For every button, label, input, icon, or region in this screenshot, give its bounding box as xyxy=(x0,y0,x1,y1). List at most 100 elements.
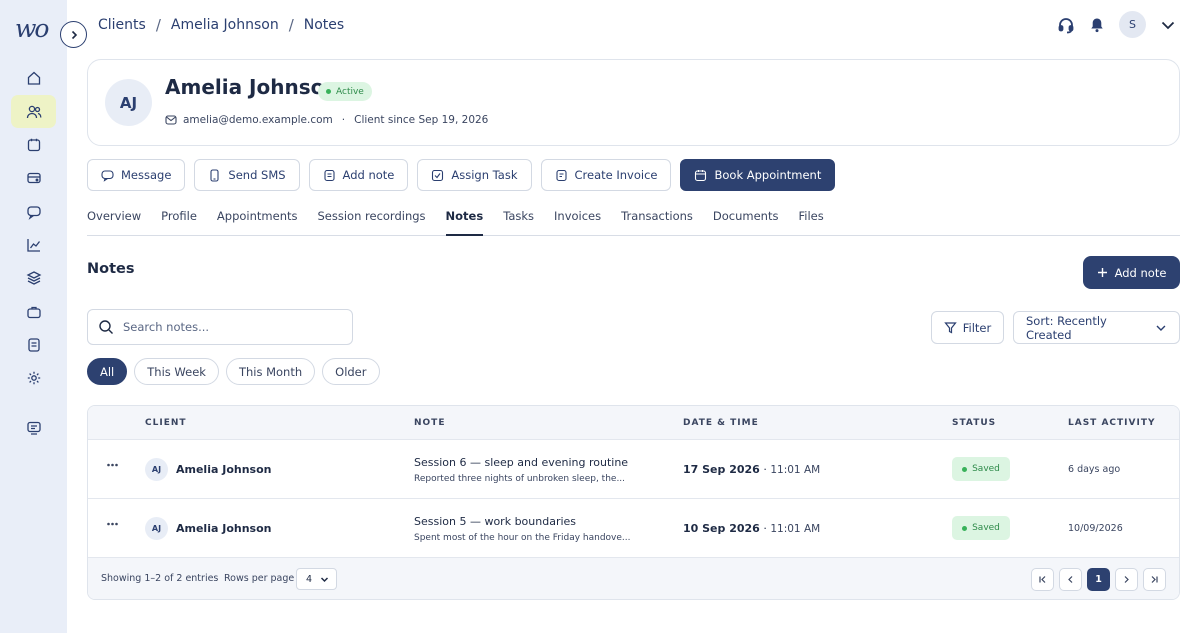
chip-all[interactable]: All xyxy=(87,358,128,385)
user-avatar[interactable]: S xyxy=(1119,11,1146,38)
task-icon xyxy=(432,169,444,181)
send-sms-button[interactable]: Send SMS xyxy=(194,159,300,191)
assign-task-button[interactable]: Assign Task xyxy=(417,159,532,191)
tab-transactions[interactable]: Transactions xyxy=(621,200,693,236)
breadcrumb: Clients / Amelia Johnson / Notes xyxy=(98,16,344,34)
tab-documents[interactable]: Documents xyxy=(713,200,779,236)
table-row[interactable]: AJ Amelia Johnson Session 6 — sleep and … xyxy=(88,440,1179,499)
client-email[interactable]: amelia@demo.example.com xyxy=(183,114,333,126)
mail-icon xyxy=(165,115,177,125)
column-header-last-activity[interactable]: LAST ACTIVITY xyxy=(1068,418,1155,428)
breadcrumb-separator: / xyxy=(288,16,294,34)
tab-overview[interactable]: Overview xyxy=(87,200,141,236)
home-icon xyxy=(27,71,40,85)
chevron-down-icon[interactable] xyxy=(1160,17,1176,33)
chip-older[interactable]: Older xyxy=(322,358,380,385)
client-avatar: AJ xyxy=(105,79,152,126)
breadcrumb-separator: / xyxy=(155,16,161,34)
sidebar-item-billing[interactable] xyxy=(11,161,56,194)
filter-button[interactable]: Filter xyxy=(931,311,1004,344)
sidebar-item-services[interactable] xyxy=(11,295,56,328)
status-label: Saved xyxy=(972,523,1000,533)
tab-files[interactable]: Files xyxy=(798,200,823,236)
tab-profile[interactable]: Profile xyxy=(161,200,197,236)
chart-icon xyxy=(26,238,40,252)
row-date-time: 10 Sep 2026 · 11:01 AM xyxy=(683,522,820,535)
first-page-button[interactable] xyxy=(1031,568,1054,591)
chevron-down-icon xyxy=(1156,325,1166,331)
note-icon xyxy=(323,169,335,181)
add-note-label: Add note xyxy=(1114,265,1167,280)
last-page-button[interactable] xyxy=(1143,568,1166,591)
sort-select[interactable]: Sort: Recently Created xyxy=(1013,311,1180,344)
add-note-button[interactable]: Add note xyxy=(1083,256,1180,289)
status-dot xyxy=(962,466,968,472)
more-options-icon[interactable] xyxy=(107,463,118,467)
breadcrumb-clients[interactable]: Clients xyxy=(98,17,146,33)
entries-count: Showing 1–2 of 2 entries xyxy=(101,573,219,584)
monitor-icon xyxy=(26,421,41,435)
sidebar-item-settings[interactable] xyxy=(11,361,56,394)
previous-page-button[interactable] xyxy=(1059,568,1082,591)
row-client-name[interactable]: Amelia Johnson xyxy=(176,463,271,476)
column-header-status[interactable]: STATUS xyxy=(952,418,996,428)
sidebar-item-display[interactable] xyxy=(11,411,56,444)
wallet-icon xyxy=(26,172,41,183)
brand-logo[interactable]: wo xyxy=(15,14,49,43)
sidebar-item-reports[interactable] xyxy=(11,228,56,261)
chevron-left-icon xyxy=(1068,576,1073,583)
bell-icon[interactable] xyxy=(1089,17,1105,33)
assign-task-label: Assign Task xyxy=(451,168,518,182)
notes-search xyxy=(87,309,353,345)
sidebar-item-messages[interactable] xyxy=(11,195,56,228)
row-client-name[interactable]: Amelia Johnson xyxy=(176,522,271,535)
chat-icon xyxy=(101,169,114,182)
sidebar-item-home[interactable] xyxy=(11,61,56,94)
column-header-note[interactable]: NOTE xyxy=(414,418,445,428)
sidebar-item-layers[interactable] xyxy=(11,261,56,294)
book-appointment-button[interactable]: Book Appointment xyxy=(680,159,836,191)
row-last-activity: 6 days ago xyxy=(1068,464,1121,475)
page-button-current[interactable]: 1 xyxy=(1087,568,1110,591)
create-invoice-button[interactable]: Create Invoice xyxy=(540,159,672,191)
table-header: CLIENT NOTE DATE & TIME STATUS LAST ACTI… xyxy=(88,406,1179,440)
chevron-down-icon xyxy=(320,576,329,582)
tab-session-recordings[interactable]: Session recordings xyxy=(317,200,425,236)
chip-this-week[interactable]: This Week xyxy=(134,358,219,385)
tab-tasks[interactable]: Tasks xyxy=(503,200,534,236)
sidebar-item-calendar[interactable] xyxy=(11,128,56,161)
more-options-icon[interactable] xyxy=(107,522,118,526)
calendar-icon xyxy=(695,169,707,181)
add-note-action-button[interactable]: Add note xyxy=(308,159,409,191)
search-icon xyxy=(99,320,113,334)
next-page-button[interactable] xyxy=(1115,568,1138,591)
tab-invoices[interactable]: Invoices xyxy=(554,200,601,236)
tab-notes[interactable]: Notes xyxy=(445,200,484,236)
headset-icon[interactable] xyxy=(1057,16,1075,34)
client-name: Amelia Johnson xyxy=(165,75,339,99)
search-input[interactable] xyxy=(123,320,333,334)
tab-appointments[interactable]: Appointments xyxy=(217,200,298,236)
phone-icon xyxy=(210,168,219,182)
row-note-title[interactable]: Session 6 — sleep and evening routine xyxy=(414,456,628,469)
breadcrumb-client-name[interactable]: Amelia Johnson xyxy=(171,17,279,33)
sidebar-item-clients[interactable] xyxy=(11,95,56,128)
book-appointment-label: Book Appointment xyxy=(714,168,822,182)
sidebar: wo xyxy=(0,0,67,633)
first-page-icon xyxy=(1039,576,1046,583)
client-since: Client since Sep 19, 2026 xyxy=(354,114,489,126)
sidebar-item-documents[interactable] xyxy=(11,328,56,361)
row-date: 17 Sep 2026 xyxy=(683,463,760,476)
create-invoice-label: Create Invoice xyxy=(574,168,658,182)
send-sms-label: Send SMS xyxy=(228,168,286,182)
chip-this-month[interactable]: This Month xyxy=(225,358,316,385)
column-header-date-time[interactable]: DATE & TIME xyxy=(683,418,759,428)
message-button[interactable]: Message xyxy=(87,159,186,191)
row-note-title[interactable]: Session 5 — work boundaries xyxy=(414,515,576,528)
column-header-client[interactable]: CLIENT xyxy=(145,418,187,428)
notes-section-title: Notes xyxy=(87,261,135,277)
sidebar-collapse-button[interactable] xyxy=(60,21,87,48)
gear-icon xyxy=(27,371,40,384)
table-row[interactable]: AJ Amelia Johnson Session 5 — work bound… xyxy=(88,499,1179,558)
rows-per-page-select[interactable]: 4 xyxy=(296,568,337,590)
